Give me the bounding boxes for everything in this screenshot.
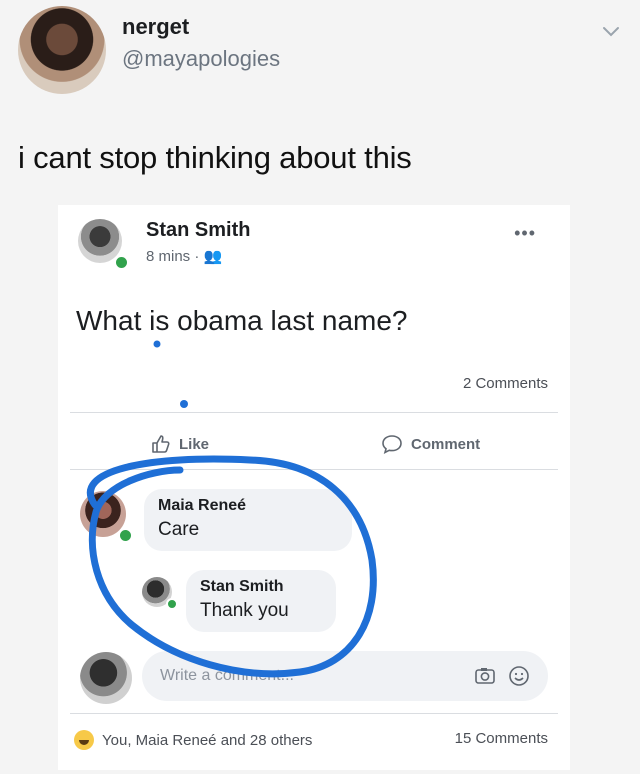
reactions-text: You, Maia Reneé and 28 others	[102, 731, 313, 749]
smiley-icon[interactable]	[508, 665, 530, 687]
tweet-text: i cant stop thinking about this	[18, 140, 412, 175]
post-meta: 8 mins · 👥	[146, 248, 223, 265]
comment-button[interactable]: Comment	[380, 433, 480, 455]
divider	[70, 412, 558, 413]
footer-comments-count[interactable]: 15 Comments	[455, 730, 548, 747]
camera-icon[interactable]	[474, 665, 496, 687]
thumbs-up-icon	[152, 435, 170, 453]
comment-input[interactable]: Write a comment...	[142, 651, 548, 701]
comment-author[interactable]: Stan Smith	[200, 578, 322, 596]
divider	[70, 469, 558, 470]
like-label: Like	[179, 435, 210, 453]
speech-bubble-icon	[382, 435, 402, 455]
tweet-display-name[interactable]: nerget	[122, 14, 189, 40]
online-status-dot	[118, 528, 133, 543]
avatar[interactable]	[80, 652, 132, 704]
comment-bubble: Stan Smith Thank you	[186, 570, 336, 632]
post-text: What is obama last name?	[76, 305, 408, 336]
online-status-dot	[114, 255, 129, 270]
embedded-post-card: Stan Smith 8 mins · 👥 ••• What is obama …	[58, 205, 570, 770]
reactions-summary[interactable]: You, Maia Reneé and 28 others	[74, 730, 312, 750]
more-options-icon[interactable]: •••	[514, 223, 536, 244]
avatar[interactable]	[18, 6, 106, 94]
comment-bubble: Maia Reneé Care	[144, 489, 352, 551]
divider	[70, 713, 558, 714]
chevron-down-icon[interactable]	[600, 20, 622, 42]
comment-input-placeholder: Write a comment...	[160, 667, 294, 684]
haha-reaction-icon	[74, 730, 94, 750]
tweet-header: nerget @mayapologies	[0, 0, 640, 110]
comment-author[interactable]: Maia Reneé	[158, 497, 338, 515]
online-status-dot	[166, 598, 178, 610]
post-author-name[interactable]: Stan Smith	[146, 219, 250, 242]
post-comments-count[interactable]: 2 Comments	[463, 375, 548, 392]
comment-text: Thank you	[200, 600, 289, 621]
tweet-handle[interactable]: @mayapologies	[122, 46, 280, 72]
like-button[interactable]: Like	[150, 433, 209, 455]
comment-text: Care	[158, 519, 200, 540]
comment-label: Comment	[411, 435, 481, 453]
